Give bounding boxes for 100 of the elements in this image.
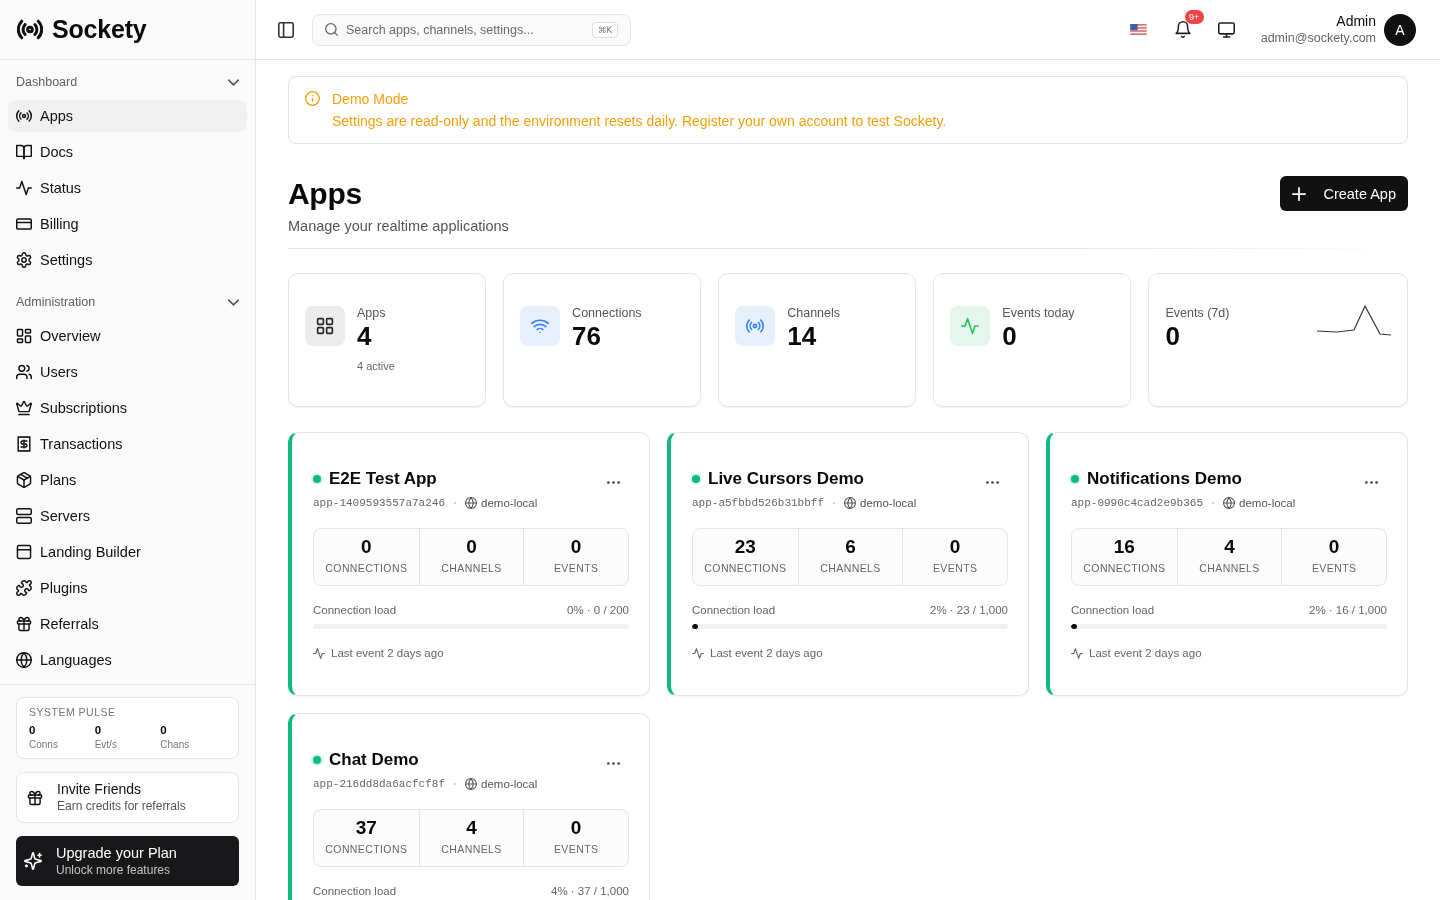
more-options-icon[interactable] bbox=[607, 481, 620, 484]
app-name: Chat Demo bbox=[329, 749, 419, 771]
stat-value: 0 bbox=[1002, 321, 1017, 351]
grid-icon bbox=[305, 306, 345, 346]
search-input[interactable]: Search apps, channels, settings... bbox=[346, 22, 584, 37]
metric-label: CHANNELS bbox=[441, 562, 502, 575]
app-card[interactable]: E2E Test App app-1409593557a7a246 demo-local 0 CONNECTIONS 0 CHANNELS 0 EVENTS Connection load 0% · 0 / 200 Last event 2 days ago bbox=[288, 432, 650, 696]
app-id: app-1409593557a7a246 bbox=[313, 497, 446, 509]
section-toggle[interactable]: Dashboard bbox=[8, 68, 247, 96]
sparkles-icon bbox=[24, 852, 42, 870]
nav-item[interactable]: Billing bbox=[8, 208, 247, 240]
metric-label: CONNECTIONS bbox=[325, 843, 408, 856]
upgrade-button[interactable]: Upgrade your Plan Unlock more features bbox=[16, 836, 239, 886]
invite-friends-button[interactable]: Invite Friends Earn credits for referrals bbox=[16, 772, 239, 823]
nav-item[interactable]: Overview bbox=[8, 320, 247, 352]
nav-item[interactable]: Users bbox=[8, 356, 247, 388]
notification-badge: 9+ bbox=[1184, 10, 1204, 24]
environment-label: demo-local bbox=[860, 497, 917, 509]
credit-card-icon bbox=[16, 216, 32, 232]
load-reading: 2% · 23 / 1,000 bbox=[930, 603, 1008, 617]
metric-label: EVENTS bbox=[553, 843, 599, 856]
app-card[interactable]: Live Cursors Demo app-a5fbbd526b31bbff demo-local 23 CONNECTIONS 6 CHANNELS 0 EVENTS Connection load 2% · 23 / 1,000 Last event 2 days ago bbox=[667, 432, 1029, 696]
bell-icon[interactable] bbox=[1174, 21, 1191, 38]
plus-icon bbox=[1292, 186, 1307, 201]
stat-value: 76 bbox=[572, 321, 602, 351]
pulse-line-icon bbox=[16, 180, 32, 196]
metric-value: 0 bbox=[570, 536, 582, 558]
metric-label: CHANNELS bbox=[441, 843, 502, 856]
metric-value: 0 bbox=[570, 817, 582, 839]
nav-item[interactable]: Plugins bbox=[8, 572, 247, 604]
nav-item[interactable]: Plans bbox=[8, 464, 247, 496]
stat-value: 4 bbox=[357, 321, 372, 351]
brand-name: Sockety bbox=[52, 15, 147, 44]
metric-value: 0 bbox=[1328, 536, 1340, 558]
search-icon bbox=[325, 23, 338, 36]
search-field[interactable]: Search apps, channels, settings... ⌘K bbox=[312, 13, 631, 46]
metric-value: 37 bbox=[355, 817, 377, 839]
more-options-icon[interactable] bbox=[607, 762, 620, 765]
create-app-button[interactable]: Create App bbox=[1280, 176, 1408, 211]
globe-icon bbox=[465, 497, 478, 509]
user-email: admin@sockety.com bbox=[1260, 30, 1376, 46]
load-label: Connection load bbox=[692, 603, 776, 617]
nav-item[interactable]: Servers bbox=[8, 500, 247, 532]
app-card[interactable]: Chat Demo app-216dd8da6acfcf8f demo-local 37 CONNECTIONS 4 CHANNELS 0 EVENTS Connection load 4% · 37 / 1,000 bbox=[288, 713, 650, 900]
monitor-icon[interactable] bbox=[1217, 21, 1235, 38]
nav-item[interactable]: Status bbox=[8, 172, 247, 204]
more-options-icon[interactable] bbox=[1365, 481, 1378, 484]
broadcast-icon bbox=[16, 108, 32, 124]
metric-value: 4 bbox=[466, 817, 477, 839]
nav-item[interactable]: Landing Builder bbox=[8, 536, 247, 568]
metric-value: 0 bbox=[466, 536, 477, 558]
app-id: app-a5fbbd526b31bbff bbox=[692, 497, 825, 509]
pulse-line-icon bbox=[692, 647, 704, 659]
pulse-label: Evt/s bbox=[94, 739, 117, 751]
sidebar-toggle-icon[interactable] bbox=[278, 21, 294, 38]
wifi-icon bbox=[520, 306, 561, 346]
app-card[interactable]: Notifications Demo app-0990c4cad2e9b365 demo-local 16 CONNECTIONS 4 CHANNELS 0 EVENTS Connection load 2% · 16 / 1,000 Last event 2 days ago bbox=[1046, 432, 1408, 696]
metric-label: CONNECTIONS bbox=[325, 562, 408, 575]
user-avatar[interactable]: A bbox=[1384, 13, 1416, 46]
alert-message: Settings are read-only and the environment resets daily. Register your own account to test Sockety. bbox=[332, 112, 947, 130]
metric-value: 4 bbox=[1224, 536, 1235, 558]
section-toggle[interactable]: Administration bbox=[8, 288, 247, 316]
load-label: Connection load bbox=[313, 884, 397, 898]
stat-label: Events today bbox=[1002, 306, 1075, 321]
stat-value: 0 bbox=[1165, 321, 1180, 351]
flag-icon[interactable] bbox=[1129, 24, 1147, 35]
environment-label: demo-local bbox=[481, 497, 538, 509]
dashboard-grid-icon bbox=[16, 328, 32, 344]
nav-item[interactable]: Docs bbox=[8, 136, 247, 168]
metric-label: CONNECTIONS bbox=[704, 562, 787, 575]
pulse-label: Chans bbox=[160, 739, 190, 751]
pulse-line-icon bbox=[313, 647, 325, 659]
globe-icon bbox=[844, 497, 857, 509]
stat-note: 4 active bbox=[357, 359, 395, 373]
user-name: Admin bbox=[1336, 13, 1376, 30]
more-options-icon[interactable] bbox=[986, 481, 999, 484]
metric-label: EVENTS bbox=[553, 562, 599, 575]
pulse-value: 0 bbox=[94, 724, 102, 737]
load-reading: 0% · 0 / 200 bbox=[567, 603, 629, 617]
settings-icon bbox=[16, 252, 32, 268]
alert-title: Demo Mode bbox=[332, 90, 410, 108]
nav-item[interactable]: Languages bbox=[8, 644, 247, 676]
nav-item[interactable]: Apps bbox=[8, 100, 247, 132]
metric-label: CONNECTIONS bbox=[1083, 562, 1166, 575]
shortcut-key: ⌘K bbox=[591, 21, 618, 38]
nav-item[interactable]: Referrals bbox=[8, 608, 247, 640]
stat-label: Channels bbox=[787, 306, 841, 321]
nav-item[interactable]: Subscriptions bbox=[8, 392, 247, 424]
pulse-value: 0 bbox=[160, 724, 167, 737]
pulse-value: 0 bbox=[29, 724, 36, 737]
metric-label: EVENTS bbox=[932, 562, 978, 575]
globe-icon bbox=[1223, 497, 1236, 509]
metric-label: EVENTS bbox=[1311, 562, 1357, 575]
app-id: app-216dd8da6acfcf8f bbox=[313, 778, 446, 790]
nav-item[interactable]: Settings bbox=[8, 244, 247, 276]
last-event-text: Last event 2 days ago bbox=[710, 646, 823, 660]
nav-item[interactable]: Transactions bbox=[8, 428, 247, 460]
environment-label: demo-local bbox=[1239, 497, 1296, 509]
last-event-text: Last event 2 days ago bbox=[331, 646, 444, 660]
stat-label: Connections bbox=[572, 306, 642, 321]
